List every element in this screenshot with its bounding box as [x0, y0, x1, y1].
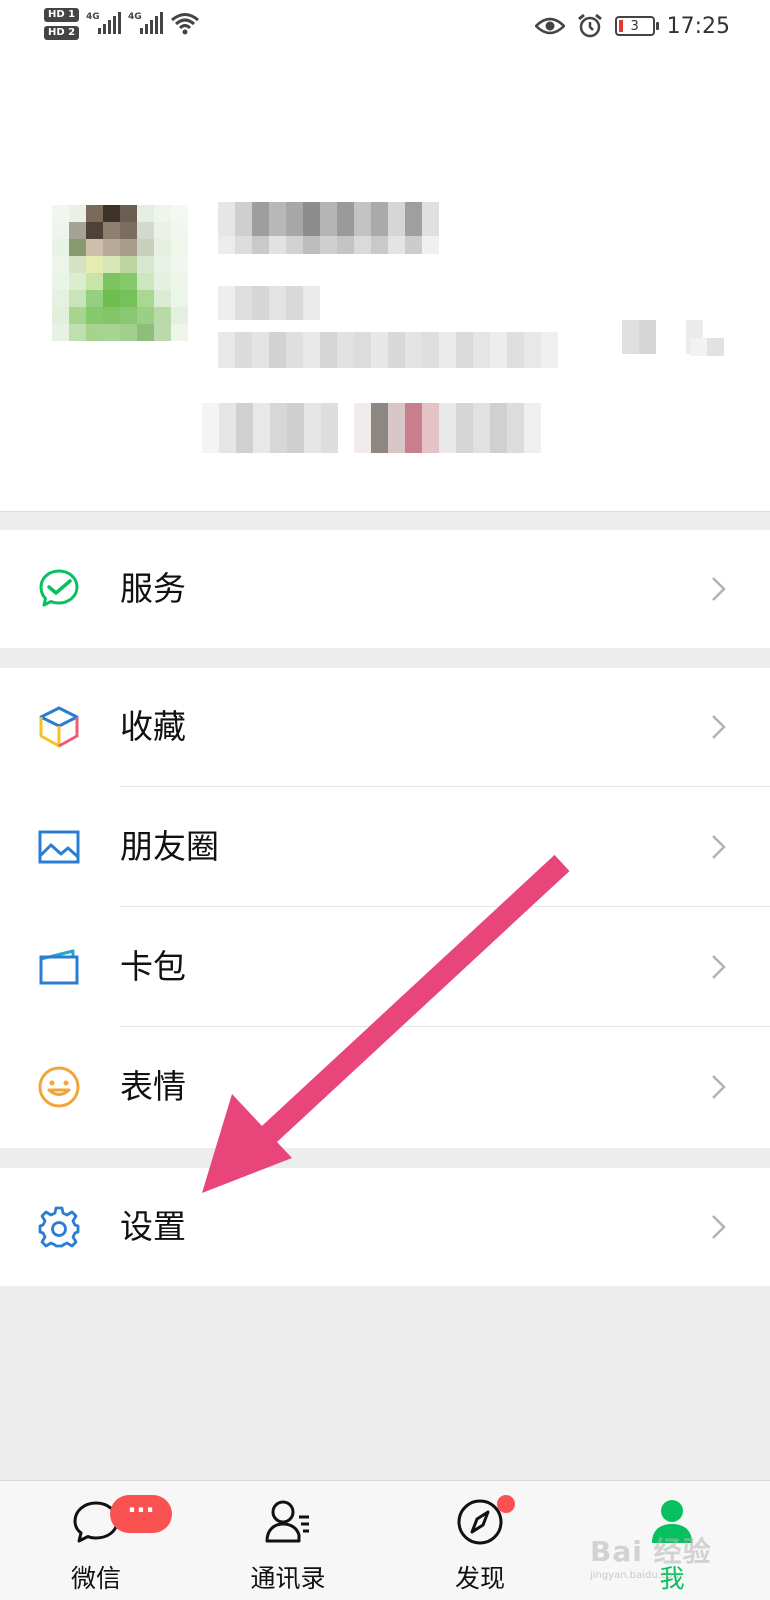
- section-main: 收藏 朋友圈 卡包 表情: [0, 668, 770, 1148]
- section-settings: 设置: [0, 1168, 770, 1286]
- wifi-icon: [171, 13, 199, 35]
- avatar[interactable]: [52, 205, 188, 341]
- signal2-icon: [140, 12, 163, 34]
- discover-dot-badge: [497, 1495, 515, 1513]
- menu-item-moments[interactable]: 朋友圈: [0, 788, 770, 906]
- chevron-right-icon: [712, 1075, 726, 1099]
- divider: [120, 1026, 770, 1027]
- settings-label: 设置: [120, 1207, 186, 1246]
- moments-label: 朋友圈: [120, 827, 219, 866]
- status-time: 17:25: [666, 13, 730, 39]
- status-bar: HD 1 HD 2 4G 4G 3 17:25: [0, 0, 770, 60]
- unread-badge: ···: [110, 1495, 172, 1533]
- service-icon: [39, 569, 79, 607]
- chevron-right-icon: [712, 955, 726, 979]
- battery-icon: 3: [614, 16, 659, 36]
- tab-contacts[interactable]: 通讯录: [228, 1481, 348, 1600]
- watermark: Bai 经验 jingyan.baidu.com: [590, 1530, 712, 1581]
- divider: [120, 906, 770, 907]
- menu-item-settings[interactable]: 设置: [0, 1168, 770, 1286]
- watermark-url: jingyan.baidu.com: [590, 1570, 683, 1581]
- tab-discover-label: 发现: [454, 1564, 505, 1593]
- favorites-label: 收藏: [120, 707, 186, 746]
- battery-level: 3: [630, 18, 639, 34]
- service-label: 服务: [120, 569, 186, 608]
- sim2-badge: HD 2: [44, 26, 80, 40]
- alarm-icon: [577, 13, 602, 38]
- gear-icon: [38, 1206, 80, 1248]
- profile-header[interactable]: [0, 60, 770, 512]
- cards-icon: [39, 949, 79, 985]
- signal1-icon: [98, 12, 121, 34]
- status-obscured-2[interactable]: [354, 403, 541, 453]
- menu-item-cards[interactable]: 卡包: [0, 908, 770, 1026]
- chevron-obscured: [690, 338, 724, 356]
- contacts-icon: [265, 1500, 309, 1543]
- stickers-icon: [38, 1066, 80, 1108]
- wechat-id-obscured: [218, 286, 320, 320]
- menu-item-service[interactable]: 服务: [0, 530, 770, 648]
- eye-icon: [534, 17, 565, 35]
- nickname-obscured: [218, 202, 439, 236]
- wechat-id-obscured-2: [218, 332, 558, 368]
- menu-item-favorites[interactable]: 收藏: [0, 668, 770, 786]
- moments-icon: [38, 830, 80, 864]
- stickers-label: 表情: [120, 1067, 186, 1106]
- chevron-right-icon: [712, 715, 726, 739]
- watermark-brand: Bai 经验: [590, 1535, 712, 1568]
- favorites-icon: [39, 706, 79, 748]
- menu-item-stickers[interactable]: 表情: [0, 1028, 770, 1146]
- divider: [120, 786, 770, 787]
- chevron-right-icon: [712, 835, 726, 859]
- tab-chats-label: 微信: [70, 1564, 121, 1593]
- tab-contacts-label: 通讯录: [250, 1564, 326, 1593]
- tab-discover[interactable]: 发现: [420, 1481, 540, 1600]
- sim1-badge: HD 1: [44, 8, 80, 22]
- cards-label: 卡包: [120, 947, 186, 986]
- sim-badges: HD 1 HD 2: [44, 8, 80, 44]
- nickname-obscured-2: [218, 236, 439, 254]
- status-right: 3 17:25: [534, 0, 730, 52]
- chevron-right-icon: [712, 1215, 726, 1239]
- status-obscured[interactable]: [202, 403, 338, 453]
- section-service: 服务: [0, 530, 770, 648]
- chevron-right-icon: [712, 577, 726, 601]
